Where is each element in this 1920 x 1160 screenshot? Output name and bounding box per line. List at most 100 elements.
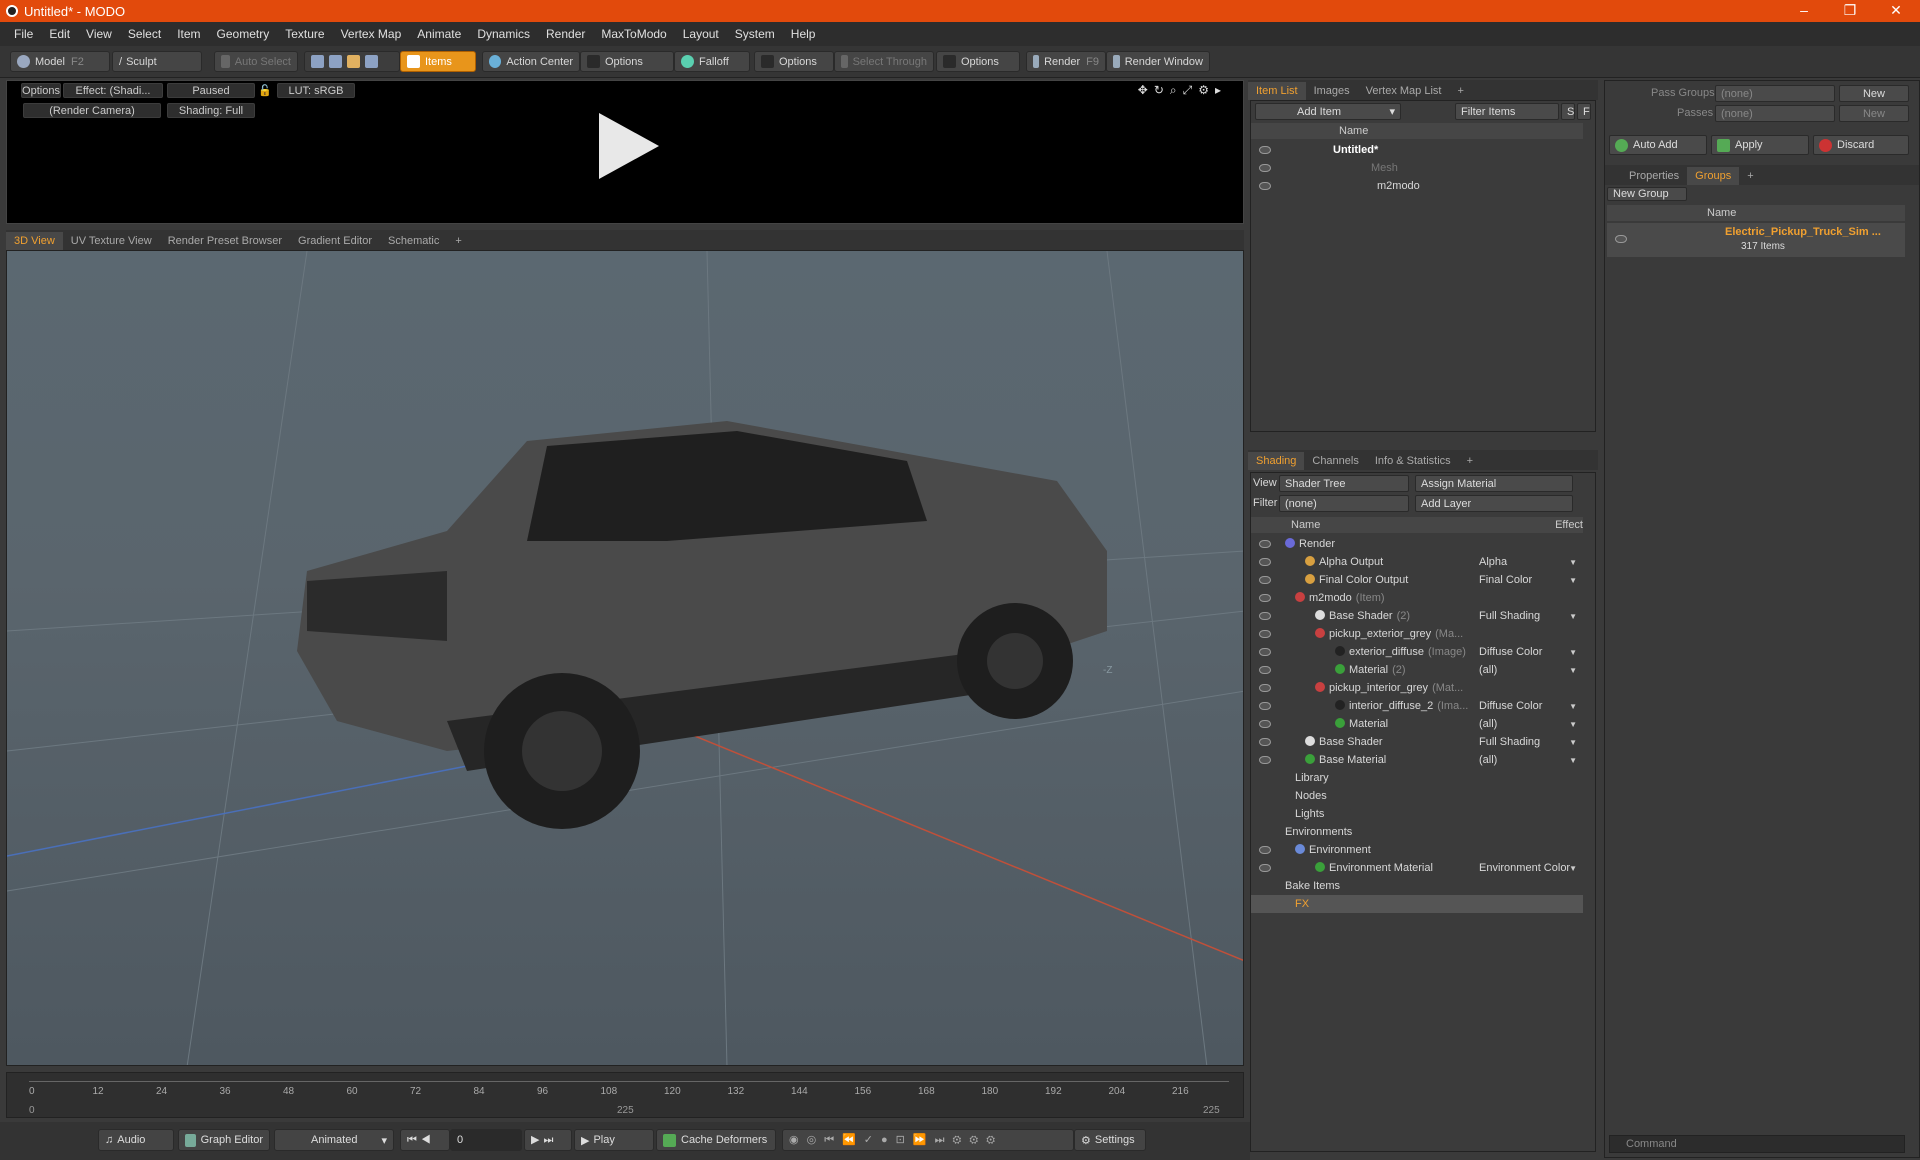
shader-tree-row[interactable]: Bake Items: [1251, 877, 1583, 895]
chevron-down-icon[interactable]: ▼: [1569, 738, 1577, 747]
menu-layout[interactable]: Layout: [675, 27, 727, 41]
shader-tree-row[interactable]: m2modo (Item): [1251, 589, 1583, 607]
shader-tree-row[interactable]: Material (2) (all) ▼: [1251, 661, 1583, 679]
shader-tree-row[interactable]: Base Shader Full Shading ▼: [1251, 733, 1583, 751]
shader-tree-row[interactable]: Lights: [1251, 805, 1583, 823]
shader-tree-row[interactable]: Render: [1251, 535, 1583, 553]
shader-tree-row[interactable]: FX: [1251, 895, 1583, 913]
minimize-button[interactable]: –: [1784, 0, 1824, 22]
item-row-mesh[interactable]: Mesh: [1251, 159, 1583, 177]
shader-tree-row[interactable]: Library: [1251, 769, 1583, 787]
shader-tree-row[interactable]: exterior_diffuse (Image) Diffuse Color ▼: [1251, 643, 1583, 661]
shader-tree-row[interactable]: interior_diffuse_2 (Ima... Diffuse Color ▼: [1251, 697, 1583, 715]
visibility-eye-icon[interactable]: [1259, 666, 1271, 674]
pickup-truck-model[interactable]: [297, 421, 1107, 829]
visibility-eye-icon[interactable]: [1259, 594, 1271, 602]
visibility-eye-icon[interactable]: [1259, 864, 1271, 872]
menu-edit[interactable]: Edit: [41, 27, 78, 41]
visibility-eye-icon[interactable]: [1259, 720, 1271, 728]
sculpt-button[interactable]: / Sculpt: [112, 51, 202, 72]
assign-material-dropdown[interactable]: Assign Material: [1415, 475, 1573, 492]
tab-item-list[interactable]: Item List: [1248, 82, 1306, 100]
forward-buttons[interactable]: ▶⏭: [524, 1129, 572, 1151]
visibility-eye-icon[interactable]: [1259, 164, 1271, 172]
s-button[interactable]: S: [1561, 103, 1575, 120]
pass-groups-dropdown[interactable]: (none): [1715, 85, 1835, 102]
render-window-button[interactable]: Render Window: [1106, 51, 1210, 72]
shader-tree-row[interactable]: Final Color Output Final Color ▼: [1251, 571, 1583, 589]
visibility-eye-icon[interactable]: [1615, 235, 1627, 243]
menu-dynamics[interactable]: Dynamics: [469, 27, 538, 41]
shader-item-effect[interactable]: Environment Color: [1479, 862, 1570, 874]
model-button[interactable]: Model F2: [10, 51, 110, 72]
chevron-down-icon[interactable]: ▼: [1569, 864, 1577, 873]
add-tab-icon[interactable]: +: [447, 232, 469, 250]
lock-icon[interactable]: 🔓: [258, 83, 272, 98]
tab-properties[interactable]: Properties: [1621, 167, 1687, 185]
maximize-button[interactable]: ❐: [1830, 0, 1870, 22]
chevron-down-icon[interactable]: ▼: [1569, 756, 1577, 765]
visibility-eye-icon[interactable]: [1259, 576, 1271, 584]
render-camera-dropdown[interactable]: (Render Camera): [23, 103, 161, 118]
shader-tree-row[interactable]: Nodes: [1251, 787, 1583, 805]
menu-render[interactable]: Render: [538, 27, 593, 41]
keyframe-tools[interactable]: ◉◎⏮⏪✓●⊡⏩⏭⚙⚙⚙: [782, 1129, 1074, 1151]
tab-info-statistics[interactable]: Info & Statistics: [1367, 452, 1459, 470]
play-icon[interactable]: [599, 113, 659, 179]
tab-schematic[interactable]: Schematic: [380, 232, 447, 250]
item-row-untitled[interactable]: Untitled*: [1251, 141, 1583, 159]
render-button[interactable]: Render F9: [1026, 51, 1106, 72]
shader-item-effect[interactable]: (all): [1479, 718, 1497, 730]
chevron-down-icon[interactable]: ▼: [1569, 702, 1577, 711]
shader-item-effect[interactable]: Full Shading: [1479, 610, 1540, 622]
shader-item-effect[interactable]: Alpha: [1479, 556, 1507, 568]
menu-system[interactable]: System: [727, 27, 783, 41]
select-through-button[interactable]: Select Through: [834, 51, 934, 72]
falloff-button[interactable]: Falloff: [674, 51, 750, 72]
timeline[interactable]: 0 12 24 36 48 60 72 84 96 108 120 132 144 156 168 180 19…: [6, 1072, 1244, 1118]
menu-geometry[interactable]: Geometry: [209, 27, 278, 41]
menu-help[interactable]: Help: [783, 27, 824, 41]
action-center-button[interactable]: Action Center: [482, 51, 580, 72]
new-pass-group-button[interactable]: New: [1839, 85, 1909, 102]
visibility-eye-icon[interactable]: [1259, 846, 1271, 854]
falloff-options-button[interactable]: Options: [754, 51, 834, 72]
new-pass-button[interactable]: New: [1839, 105, 1909, 122]
chevron-down-icon[interactable]: ▼: [1569, 558, 1577, 567]
filter-items-input[interactable]: Filter Items: [1455, 103, 1559, 120]
shader-tree-row[interactable]: Alpha Output Alpha ▼: [1251, 553, 1583, 571]
chevron-down-icon[interactable]: ▼: [1569, 576, 1577, 585]
command-input[interactable]: Command: [1609, 1135, 1905, 1153]
group-row[interactable]: Electric_Pickup_Truck_Sim ... 317 Items: [1607, 223, 1905, 257]
shading-dropdown[interactable]: Shading: Full: [167, 103, 255, 118]
tab-shading[interactable]: Shading: [1248, 452, 1305, 470]
tab-3d-view[interactable]: 3D View: [6, 232, 63, 250]
menu-select[interactable]: Select: [120, 27, 169, 41]
rewind-buttons[interactable]: ⏮◀: [400, 1129, 450, 1151]
shader-tree-row[interactable]: Material (all) ▼: [1251, 715, 1583, 733]
tab-render-preset-browser[interactable]: Render Preset Browser: [160, 232, 290, 250]
cache-deformers-button[interactable]: Cache Deformers: [656, 1129, 776, 1151]
visibility-eye-icon[interactable]: [1259, 738, 1271, 746]
tab-gradient-editor[interactable]: Gradient Editor: [290, 232, 380, 250]
chevron-down-icon[interactable]: ▼: [1569, 648, 1577, 657]
menu-maxtomodo[interactable]: MaxToModo: [593, 27, 674, 41]
visibility-eye-icon[interactable]: [1259, 756, 1271, 764]
shader-item-effect[interactable]: Full Shading: [1479, 736, 1540, 748]
chevron-down-icon[interactable]: ▼: [1569, 666, 1577, 675]
preview-options-button[interactable]: Options: [21, 83, 61, 98]
add-item-dropdown[interactable]: Add Item ▾: [1255, 103, 1401, 120]
menu-vertex-map[interactable]: Vertex Map: [333, 27, 410, 41]
effect-dropdown[interactable]: Effect: (Shadi...: [63, 83, 163, 98]
passes-dropdown[interactable]: (none): [1715, 105, 1835, 122]
animated-dropdown[interactable]: Animated ▾: [274, 1129, 394, 1151]
view-dropdown[interactable]: Shader Tree: [1279, 475, 1409, 492]
preview-nav-icons[interactable]: ✥↻⌕⤢⚙▸: [1138, 83, 1227, 98]
auto-add-button[interactable]: Auto Add: [1609, 135, 1707, 155]
polygons-icon[interactable]: [347, 55, 360, 68]
shader-tree-row[interactable]: pickup_interior_grey (Mat...: [1251, 679, 1583, 697]
lut-dropdown[interactable]: LUT: sRGB: [277, 83, 355, 98]
f-button[interactable]: F: [1577, 103, 1591, 120]
timeline-ruler[interactable]: 0 12 24 36 48 60 72 84 96 108 120 132 144 156 168 180 19…: [29, 1081, 1229, 1097]
new-group-button[interactable]: New Group: [1607, 187, 1687, 201]
